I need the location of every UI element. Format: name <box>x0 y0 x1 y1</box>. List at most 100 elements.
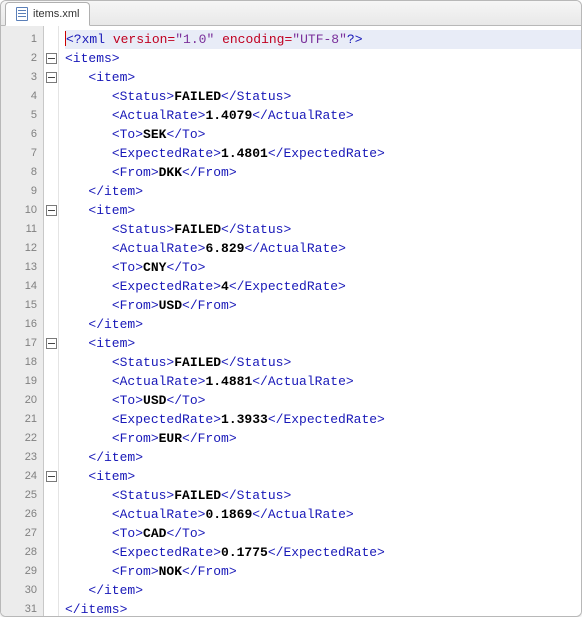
code-line: <Status>FAILED</Status> <box>65 353 581 372</box>
code-line: <?xml version="1.0" encoding="UTF-8"?> <box>65 30 581 49</box>
code-line: <From>NOK</From> <box>65 562 581 581</box>
fold-cell <box>44 410 58 429</box>
code-line: <Status>FAILED</Status> <box>65 87 581 106</box>
fold-toggle-icon[interactable] <box>46 338 57 349</box>
code-line: </item> <box>65 315 581 334</box>
fold-cell <box>44 49 58 68</box>
line-number: 21 <box>1 410 43 429</box>
line-number: 25 <box>1 486 43 505</box>
fold-cell <box>44 429 58 448</box>
line-number: 12 <box>1 239 43 258</box>
code-line: </item> <box>65 581 581 600</box>
code-line: </items> <box>65 600 581 617</box>
line-number: 1 <box>1 30 43 49</box>
code-line: <To>USD</To> <box>65 391 581 410</box>
line-number: 7 <box>1 144 43 163</box>
fold-toggle-icon[interactable] <box>46 205 57 216</box>
line-number: 29 <box>1 562 43 581</box>
code-line: <From>USD</From> <box>65 296 581 315</box>
fold-cell <box>44 562 58 581</box>
code-line: <item> <box>65 68 581 87</box>
line-number: 10 <box>1 201 43 220</box>
fold-cell <box>44 220 58 239</box>
code-line: <From>DKK</From> <box>65 163 581 182</box>
fold-strip <box>44 26 59 617</box>
fold-cell <box>44 68 58 87</box>
line-number: 2 <box>1 49 43 68</box>
code-line: <ExpectedRate>4</ExpectedRate> <box>65 277 581 296</box>
line-number: 8 <box>1 163 43 182</box>
fold-cell <box>44 125 58 144</box>
fold-toggle-icon[interactable] <box>46 53 57 64</box>
code-line: <Status>FAILED</Status> <box>65 486 581 505</box>
xml-file-icon <box>16 7 28 21</box>
code-content[interactable]: <?xml version="1.0" encoding="UTF-8"?> <i… <box>59 26 581 617</box>
line-number: 5 <box>1 106 43 125</box>
fold-cell <box>44 334 58 353</box>
line-number: 26 <box>1 505 43 524</box>
code-line: <ActualRate>1.4079</ActualRate> <box>65 106 581 125</box>
line-number: 13 <box>1 258 43 277</box>
fold-cell <box>44 524 58 543</box>
line-number: 20 <box>1 391 43 410</box>
line-number: 16 <box>1 315 43 334</box>
tab-label: items.xml <box>33 8 79 20</box>
fold-cell <box>44 163 58 182</box>
code-line: <From>EUR</From> <box>65 429 581 448</box>
code-line: <item> <box>65 201 581 220</box>
code-line: <To>CNY</To> <box>65 258 581 277</box>
code-line: <ExpectedRate>0.1775</ExpectedRate> <box>65 543 581 562</box>
line-number: 27 <box>1 524 43 543</box>
line-number: 22 <box>1 429 43 448</box>
fold-cell <box>44 296 58 315</box>
fold-cell <box>44 448 58 467</box>
line-number: 11 <box>1 220 43 239</box>
fold-cell <box>44 201 58 220</box>
line-number: 23 <box>1 448 43 467</box>
line-number: 18 <box>1 353 43 372</box>
fold-cell <box>44 182 58 201</box>
fold-toggle-icon[interactable] <box>46 72 57 83</box>
line-number: 19 <box>1 372 43 391</box>
code-line: <Status>FAILED</Status> <box>65 220 581 239</box>
fold-cell <box>44 600 58 617</box>
fold-cell <box>44 106 58 125</box>
line-number: 17 <box>1 334 43 353</box>
line-number: 28 <box>1 543 43 562</box>
code-line: <item> <box>65 467 581 486</box>
tab-items-xml[interactable]: items.xml <box>5 2 90 26</box>
fold-cell <box>44 467 58 486</box>
code-line: <item> <box>65 334 581 353</box>
fold-cell <box>44 372 58 391</box>
code-line: <ActualRate>1.4881</ActualRate> <box>65 372 581 391</box>
fold-cell <box>44 315 58 334</box>
fold-cell <box>44 87 58 106</box>
fold-cell <box>44 581 58 600</box>
fold-toggle-icon[interactable] <box>46 471 57 482</box>
line-number: 31 <box>1 600 43 617</box>
line-number: 14 <box>1 277 43 296</box>
code-line: <ActualRate>6.829</ActualRate> <box>65 239 581 258</box>
fold-cell <box>44 258 58 277</box>
editor-window: items.xml 123456789101112131415161718192… <box>0 0 582 617</box>
line-number-gutter: 1234567891011121314151617181920212223242… <box>1 26 44 617</box>
fold-cell <box>44 543 58 562</box>
line-number: 30 <box>1 581 43 600</box>
line-number: 6 <box>1 125 43 144</box>
fold-cell <box>44 277 58 296</box>
line-number: 4 <box>1 87 43 106</box>
fold-cell <box>44 391 58 410</box>
fold-cell <box>44 30 58 49</box>
fold-cell <box>44 505 58 524</box>
fold-cell <box>44 353 58 372</box>
code-line: <ExpectedRate>1.4801</ExpectedRate> <box>65 144 581 163</box>
line-number: 15 <box>1 296 43 315</box>
line-number: 3 <box>1 68 43 87</box>
line-number: 9 <box>1 182 43 201</box>
fold-cell <box>44 239 58 258</box>
editor-area: 1234567891011121314151617181920212223242… <box>1 26 581 617</box>
fold-cell <box>44 486 58 505</box>
line-number: 24 <box>1 467 43 486</box>
code-line: <To>CAD</To> <box>65 524 581 543</box>
code-line: <ExpectedRate>1.3933</ExpectedRate> <box>65 410 581 429</box>
